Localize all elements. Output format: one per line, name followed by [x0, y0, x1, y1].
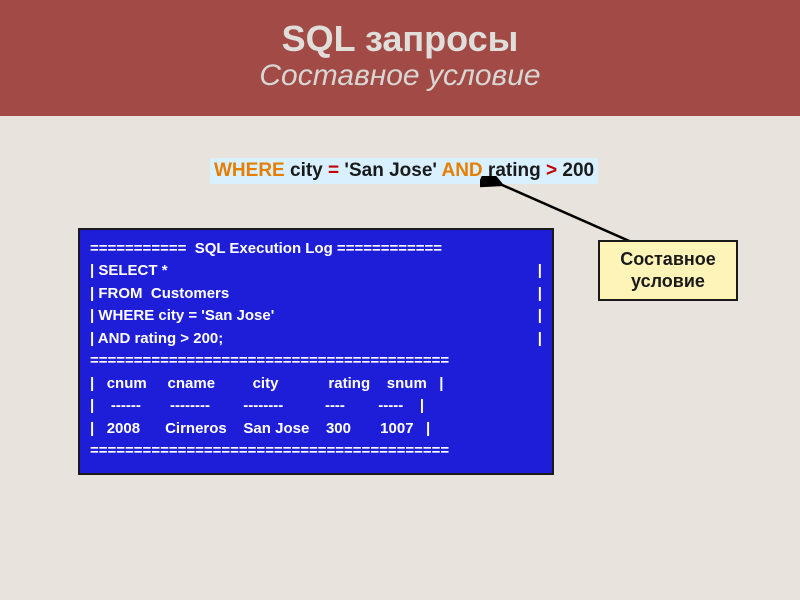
op-equals: = — [328, 160, 339, 181]
keyword-where: WHERE — [214, 160, 285, 181]
log-select: | SELECT * — [90, 260, 168, 283]
callout-line1: Составное — [604, 248, 732, 271]
text-rating: rating — [483, 160, 546, 181]
log-pipe: | — [538, 305, 542, 328]
log-pipe: | — [538, 260, 542, 283]
content-area: WHERE city = 'San Jose' AND rating > 200… — [0, 116, 800, 576]
log-table-row: | 2008 Cirneros San Jose 300 1007 | — [90, 418, 542, 441]
callout-line2: условие — [604, 270, 732, 293]
log-from: | FROM Customers — [90, 283, 229, 306]
log-pipe: | — [538, 328, 542, 351]
log-divider-top: =========== SQL Execution Log ==========… — [90, 238, 542, 261]
log-and: | AND rating > 200; — [90, 328, 223, 351]
op-gt: > — [546, 160, 557, 181]
page-title: SQL запросы — [0, 18, 800, 59]
title-band: SQL запросы Составное условие — [0, 0, 800, 116]
callout-compound-condition: Составное условие — [598, 240, 738, 301]
keyword-and: AND — [441, 160, 482, 181]
log-divider-bot: ========================================… — [90, 440, 542, 463]
log-pipe: | — [538, 283, 542, 306]
sql-execution-log: =========== SQL Execution Log ==========… — [78, 228, 554, 475]
where-clause-highlight: WHERE city = 'San Jose' AND rating > 200 — [210, 158, 598, 184]
log-table-dashes: | ------ -------- -------- ---- ----- | — [90, 395, 542, 418]
text-city: city — [285, 160, 328, 181]
log-where: | WHERE city = 'San Jose' — [90, 305, 274, 328]
log-table-header: | cnum cname city rating snum | — [90, 373, 542, 396]
page-subtitle: Составное условие — [0, 59, 800, 94]
log-divider-mid: ========================================… — [90, 350, 542, 373]
text-200: 200 — [557, 160, 594, 181]
text-sanjose: 'San Jose' — [339, 160, 441, 181]
